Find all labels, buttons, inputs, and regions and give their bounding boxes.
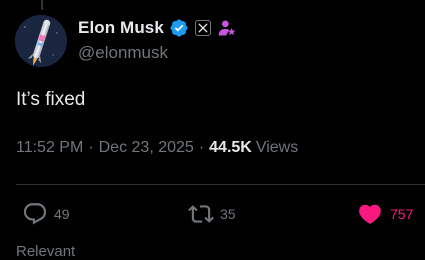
views-label: Views [255,139,299,156]
heart-icon [359,204,381,224]
person-star-icon[interactable] [217,18,237,38]
retweet-icon [188,205,214,223]
author-name-row: Elon Musk [78,17,237,39]
author-display-name[interactable]: Elon Musk [78,18,164,38]
tweet-time[interactable]: 11:52 PM [16,139,83,157]
like-button[interactable]: 757 [356,201,413,227]
like-count: 757 [390,206,414,222]
replies-sort-label[interactable]: Relevant [16,243,75,260]
retweet-button[interactable]: 35 [188,201,236,227]
avatar-image [15,15,67,67]
reply-button[interactable]: 49 [22,201,70,227]
tweet-text: It’s fixed [16,89,86,110]
tweet-metadata: 11:52 PM · Dec 23, 2025 · 44.5K Views [16,139,298,157]
retweet-count: 35 [220,206,236,222]
x-logo-icon[interactable] [194,20,211,36]
verified-badge-icon[interactable] [169,18,189,38]
avatar[interactable] [15,15,67,67]
thread-connector-line [41,0,43,10]
divider [16,184,425,185]
meta-separator: · [198,139,205,156]
reply-count: 49 [54,206,70,222]
reply-bubble-icon [23,203,47,225]
meta-separator: · [88,139,94,156]
tweet-date[interactable]: Dec 23, 2025 [99,139,194,157]
author-handle[interactable]: @elonmusk [78,43,168,63]
views-count: 44.5K [209,139,252,156]
